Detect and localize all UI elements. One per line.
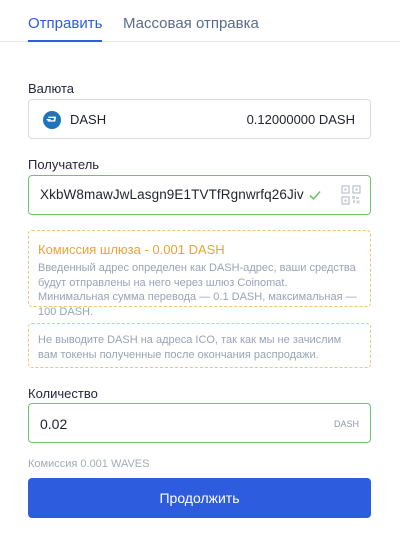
tab-bar: Отправить Массовая отправка (0, 0, 400, 42)
amount-value[interactable]: 0.02 (40, 416, 67, 432)
qr-code-icon[interactable] (340, 184, 362, 206)
ico-warning-notice: Не выводите DASH на адреса ICO, так как … (28, 323, 371, 368)
amount-unit: DASH (333, 419, 359, 429)
currency-name: DASH (70, 112, 107, 127)
recipient-input[interactable]: XkbW8mawJwLasgn9E1TVTfRgnwrfq26Jiv (28, 175, 371, 215)
currency-balance: 0.12000000 DASH (246, 112, 355, 127)
amount-input[interactable]: 0.02 DASH (28, 403, 371, 443)
dash-logo-icon (43, 111, 61, 129)
gateway-fee-notice: Комиссия шлюза - 0.001 DASH Введенный ад… (28, 230, 371, 318)
tab-mass-send[interactable]: Массовая отправка (123, 15, 259, 42)
gateway-fee-title: Комиссия шлюза - 0.001 DASH (38, 242, 225, 257)
fee-text: Комиссия 0.001 WAVES (28, 458, 150, 470)
amount-label: Количество (28, 386, 98, 401)
continue-button[interactable]: Продолжить (28, 478, 371, 518)
recipient-address[interactable]: XkbW8mawJwLasgn9E1TVTfRgnwrfq26Jiv (40, 187, 304, 202)
currency-select[interactable]: DASH 0.12000000 DASH (28, 99, 371, 139)
recipient-label: Получатель (28, 157, 100, 172)
ico-warning-text: Не выводите DASH на адреса ICO, так как … (38, 334, 342, 361)
currency-label: Валюта (28, 81, 74, 96)
check-icon (309, 190, 321, 201)
tab-send[interactable]: Отправить (28, 15, 103, 42)
gateway-fee-text: Введенный адрес определен как DASH-адрес… (38, 262, 357, 318)
